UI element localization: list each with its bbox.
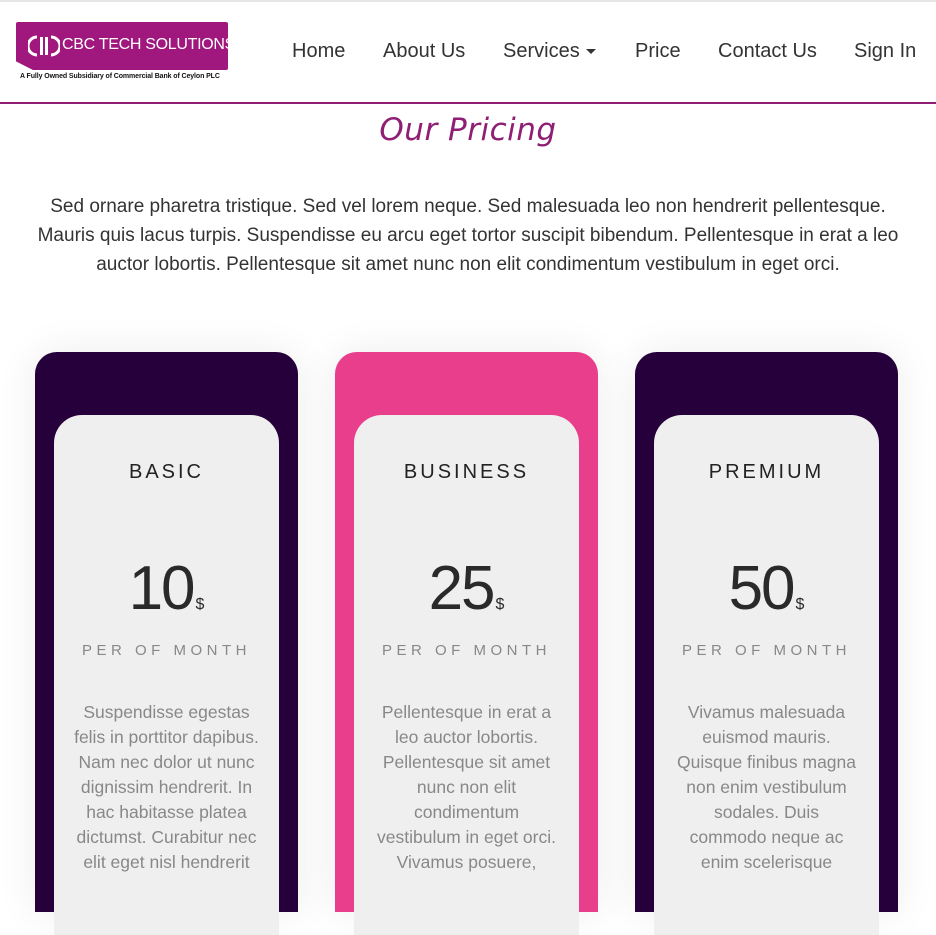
pricing-card-business[interactable]: BUSINESS 25 $ PER OF MONTH Pellentesque i… <box>335 352 598 935</box>
nav-services-label: Services <box>503 40 580 62</box>
plan-price: 10 $ <box>54 553 279 624</box>
price-currency: $ <box>495 596 505 613</box>
price-currency: $ <box>795 596 805 613</box>
pricing-card-body: BUSINESS 25 $ PER OF MONTH Pellentesque i… <box>354 415 579 935</box>
brand-tagline: A Fully Owned Subsidiary of Commercial B… <box>20 73 220 80</box>
pricing-card-body: PREMIUM 50 $ PER OF MONTH Vivamus malesua… <box>654 415 879 935</box>
pricing-card-premium[interactable]: PREMIUM 50 $ PER OF MONTH Vivamus malesua… <box>635 352 898 935</box>
plan-period: PER OF MONTH <box>82 642 251 659</box>
chevron-down-icon <box>585 49 596 55</box>
pricing-card-body: BASIC 10 $ PER OF MONTH Suspendisse egest… <box>54 415 279 935</box>
nav-home[interactable]: Home <box>292 40 345 63</box>
pricing-card-basic[interactable]: BASIC 10 $ PER OF MONTH Suspendisse egest… <box>35 352 298 935</box>
plan-price: 25 $ <box>354 553 579 624</box>
nav-price[interactable]: Price <box>635 40 681 63</box>
nav-sign-in[interactable]: Sign In <box>854 40 916 63</box>
plan-price: 50 $ <box>654 553 879 624</box>
price-amount: 10 <box>128 554 196 623</box>
price-currency: $ <box>195 596 205 613</box>
nav-contact-us[interactable]: Contact Us <box>718 40 817 63</box>
plan-name: BUSINESS <box>403 461 530 483</box>
nav-services[interactable]: Services <box>503 40 596 63</box>
price-amount: 25 <box>428 554 496 623</box>
plan-description: Vivamus malesuada euismod mauris. Quisqu… <box>677 702 856 872</box>
plan-description: Pellentesque in erat a leo auctor lobort… <box>377 702 556 872</box>
price-amount: 50 <box>728 554 796 623</box>
plan-period: PER OF MONTH <box>382 642 551 659</box>
plan-period: PER OF MONTH <box>682 642 851 659</box>
main-nav: Home About Us Services Price Contact Us … <box>0 40 936 68</box>
plan-name: PREMIUM <box>708 461 825 483</box>
navbar: CBC TECH SOLUTIONS A Fully Owned Subsidi… <box>0 2 936 104</box>
page-title: Our Pricing <box>379 112 557 148</box>
nav-about-us[interactable]: About Us <box>383 40 465 63</box>
plan-name: BASIC <box>128 461 205 483</box>
plan-description: Suspendisse egestas felis in porttitor d… <box>74 702 259 872</box>
pricing-intro: Sed ornare pharetra tristique. Sed vel l… <box>37 196 899 275</box>
